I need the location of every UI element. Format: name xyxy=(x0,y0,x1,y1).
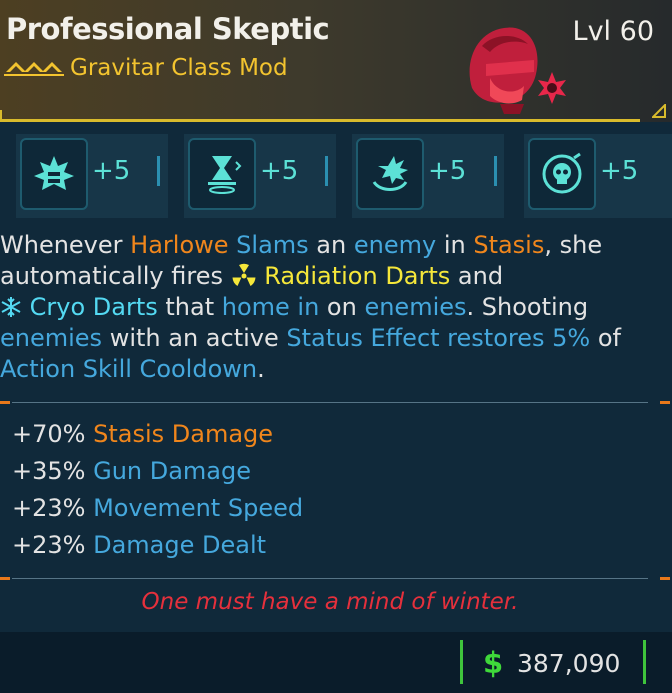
description-text: in xyxy=(436,231,474,259)
item-type: Gravitar Class Mod xyxy=(70,55,288,81)
skill-separator xyxy=(494,156,497,186)
skill-bonus-value: +5 xyxy=(260,156,299,186)
section-divider xyxy=(12,402,648,403)
skill-bonus-value: +5 xyxy=(92,156,131,186)
skull-target-icon xyxy=(528,138,596,210)
description-line: Whenever Harlowe Slams an enemy in Stasi… xyxy=(0,230,668,261)
stat-value: +23% xyxy=(12,531,86,559)
description-text: with an active xyxy=(102,324,287,352)
item-header: Professional Skeptic Gravitar Class Mod … xyxy=(0,0,672,122)
keyword-enemy: enemy xyxy=(353,231,437,259)
keyword-slams: Slams xyxy=(236,231,309,259)
stat-row: +23% Damage Dealt xyxy=(12,531,266,559)
skill-separator xyxy=(325,156,328,186)
description-text: that xyxy=(157,293,222,321)
character-portrait-icon xyxy=(469,27,566,114)
item-description: Whenever Harlowe Slams an enemy in Stasi… xyxy=(0,230,668,385)
corner-bracket-icon xyxy=(652,104,666,118)
stat-value: +35% xyxy=(12,457,86,485)
keyword-stasis: Stasis xyxy=(473,231,545,259)
skill-card[interactable]: +5 xyxy=(352,134,504,218)
keyword-cryo-darts: Cryo Darts xyxy=(29,293,158,321)
item-footer: $ 387,090 xyxy=(0,632,672,693)
description-line: Cryo Darts that home in on enemies. Shoo… xyxy=(0,292,668,323)
impact-burst-icon xyxy=(356,138,424,210)
price-amount: 387,090 xyxy=(517,649,621,678)
description-line: Action Skill Cooldown. xyxy=(0,354,668,385)
description-line: automatically fires Radiation Darts and xyxy=(0,261,668,292)
description-text: , she xyxy=(544,231,603,259)
stat-value: +70% xyxy=(12,420,86,448)
radiation-icon xyxy=(232,263,256,286)
stat-name: Damage Dealt xyxy=(93,531,267,559)
cluster-leaf-icon xyxy=(20,138,88,210)
skill-bonus-value: +5 xyxy=(600,156,639,186)
keyword-enemies: enemies xyxy=(364,293,467,321)
currency-icon: $ xyxy=(483,646,504,680)
price-display: $ 387,090 xyxy=(460,640,646,684)
divider-tick xyxy=(0,577,10,580)
divider-tick xyxy=(660,577,670,580)
skill-bonus-value: +5 xyxy=(428,156,467,186)
flavor-text: One must have a mind of winter. xyxy=(141,589,519,615)
keyword-enemies: enemies xyxy=(0,324,103,352)
stat-row: +70% Stasis Damage xyxy=(12,420,273,448)
skill-separator xyxy=(157,156,160,186)
skill-card[interactable]: +5 xyxy=(184,134,336,218)
stat-name: Stasis Damage xyxy=(93,420,274,448)
section-divider xyxy=(12,578,648,579)
description-text: an xyxy=(308,231,354,259)
description-text: automatically fires xyxy=(0,262,231,290)
item-level: Lvl 60 xyxy=(572,16,654,47)
keyword-radiation-darts: Radiation Darts xyxy=(264,262,451,290)
description-text: and xyxy=(450,262,504,290)
stat-row: +35% Gun Damage xyxy=(12,457,251,485)
skill-card[interactable]: +5 xyxy=(524,134,672,218)
description-text: Whenever xyxy=(0,231,131,259)
divider-tick xyxy=(660,401,670,404)
description-text: of xyxy=(590,324,621,352)
header-divider xyxy=(0,119,640,122)
rarity-chevrons-icon xyxy=(4,62,64,76)
stat-value: +23% xyxy=(12,494,86,522)
description-text: on xyxy=(319,293,365,321)
keyword-home-in: home in xyxy=(221,293,320,321)
stat-name: Movement Speed xyxy=(93,494,304,522)
item-name: Professional Skeptic xyxy=(6,12,330,46)
divider-tick xyxy=(0,401,10,404)
hourglass-device-icon xyxy=(188,138,256,210)
keyword-action-skill-cooldown: Action Skill Cooldown xyxy=(0,355,258,383)
skill-card[interactable]: +5 xyxy=(16,134,168,218)
keyword-status-effect: Status Effect restores 5% xyxy=(286,324,591,352)
description-line: enemies with an active Status Effect res… xyxy=(0,323,668,354)
skill-bonus-row: +5 +5 +5 +5 xyxy=(0,134,672,218)
stat-row: +23% Movement Speed xyxy=(12,494,303,522)
stat-name: Gun Damage xyxy=(93,457,252,485)
description-text: . xyxy=(257,355,265,383)
cryo-snowflake-icon xyxy=(1,297,21,317)
keyword-character: Harlowe xyxy=(130,231,229,259)
description-text: . Shooting xyxy=(466,293,589,321)
